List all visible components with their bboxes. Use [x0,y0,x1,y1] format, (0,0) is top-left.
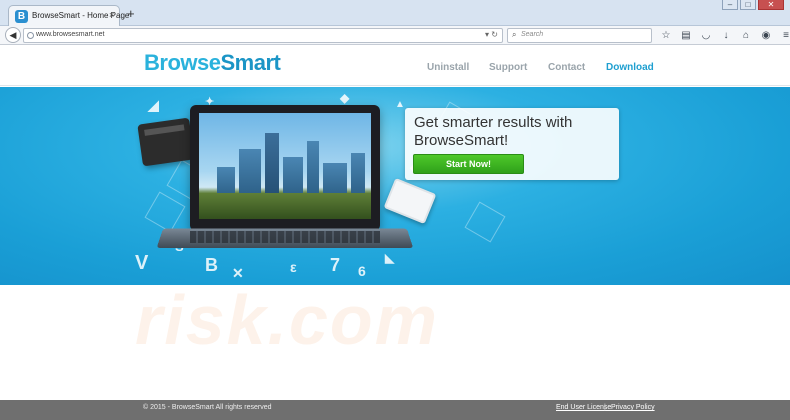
building [323,163,347,197]
flying-letter: ◢ [148,97,159,113]
building [265,133,279,197]
site-logo[interactable]: BrowseSmart [144,50,281,76]
flying-letter: B [205,255,218,275]
url-text: www.browsesmart.net [36,31,105,38]
start-now-button[interactable]: Start Now! [413,154,524,174]
hero-banner: ◢ ✦ ◆ ▲ V B ✕ ε 7 6 ◣ S ◆ Get smarter re… [0,87,790,285]
address-bar[interactable]: www.browsesmart.net ▾ ↻ [23,28,503,43]
hex-decoration [464,201,506,243]
close-window-icon[interactable]: ✕ [758,0,784,10]
hex-decoration [144,191,186,233]
cta-card: Get smarter results with BrowseSmart! St… [405,108,619,180]
site-header: BrowseSmart Uninstall Support Contact Do… [0,46,790,86]
window-controls: ‒ □ ✕ [720,0,784,10]
globe-icon [27,32,34,39]
hero-headline: Get smarter results with BrowseSmart! [414,114,573,149]
nav-support[interactable]: Support [489,62,527,73]
building [239,149,261,197]
flying-letter: ◆ [340,91,350,105]
chat-icon[interactable]: ◉ [756,28,776,43]
trees [199,193,371,219]
home-icon[interactable]: ⌂ [736,28,756,43]
browser-navbar: ◀ www.browsesmart.net ▾ ↻ ⌕ Search ☆ ▤ ◡… [0,26,790,45]
site-favicon-icon: B [15,10,28,23]
search-input[interactable]: ⌕ Search [507,28,652,43]
tab-title: BrowseSmart - Home Page [32,11,130,20]
copyright-text: © 2015 - BrowseSmart All rights reserved [143,404,272,411]
download-icon[interactable]: ↓ [716,28,736,43]
site-footer: © 2015 - BrowseSmart All rights reserved… [0,400,790,420]
footer-separator: | [604,404,606,411]
toolbar-icons: ☆ ▤ ◡ ↓ ⌂ ◉ ≡ [656,28,790,43]
flying-letter: 7 [330,255,341,275]
flying-letter: ε [290,259,297,275]
reload-icon[interactable]: ▾ ↻ [485,30,498,39]
maximize-icon[interactable]: □ [740,0,756,10]
nav-uninstall[interactable]: Uninstall [427,62,469,73]
logo-part-smart: Smart [220,50,281,75]
browser-titlebar: B BrowseSmart - Home Page × + ‒ □ ✕ [0,0,790,27]
privacy-link[interactable]: Privacy Policy [611,404,655,411]
search-icon: ⌕ [512,30,517,39]
new-tab-icon[interactable]: + [127,7,135,20]
flying-letter: ◣ [385,251,395,265]
building [307,141,319,197]
watermark-logo: risk.com [135,281,439,359]
laptop-image [190,105,380,231]
tablet-image [383,177,437,225]
wallet-image [137,117,195,167]
logo-part-browse: Browse [144,50,221,75]
building [283,157,303,197]
minimize-icon[interactable]: ‒ [722,0,738,10]
pocket-icon[interactable]: ◡ [696,28,716,43]
clipboard-icon[interactable]: ▤ [676,28,696,43]
flying-letter: 6 [358,263,366,279]
menu-icon[interactable]: ≡ [776,28,790,43]
browser-tab[interactable]: B BrowseSmart - Home Page × [8,5,129,27]
building [351,153,365,197]
flying-letter: ▲ [395,99,405,110]
eula-link[interactable]: End User License [556,404,611,411]
nav-contact[interactable]: Contact [548,62,585,73]
tab-close-icon[interactable]: × [109,10,114,20]
laptop-city-screen [199,113,371,219]
nav-download[interactable]: Download [606,62,654,73]
flying-letter: V [135,252,149,274]
star-icon[interactable]: ☆ [656,28,676,43]
laptop-keyboard [190,231,380,243]
back-arrow-icon[interactable]: ◀ [5,27,21,43]
search-placeholder: Search [521,31,544,38]
